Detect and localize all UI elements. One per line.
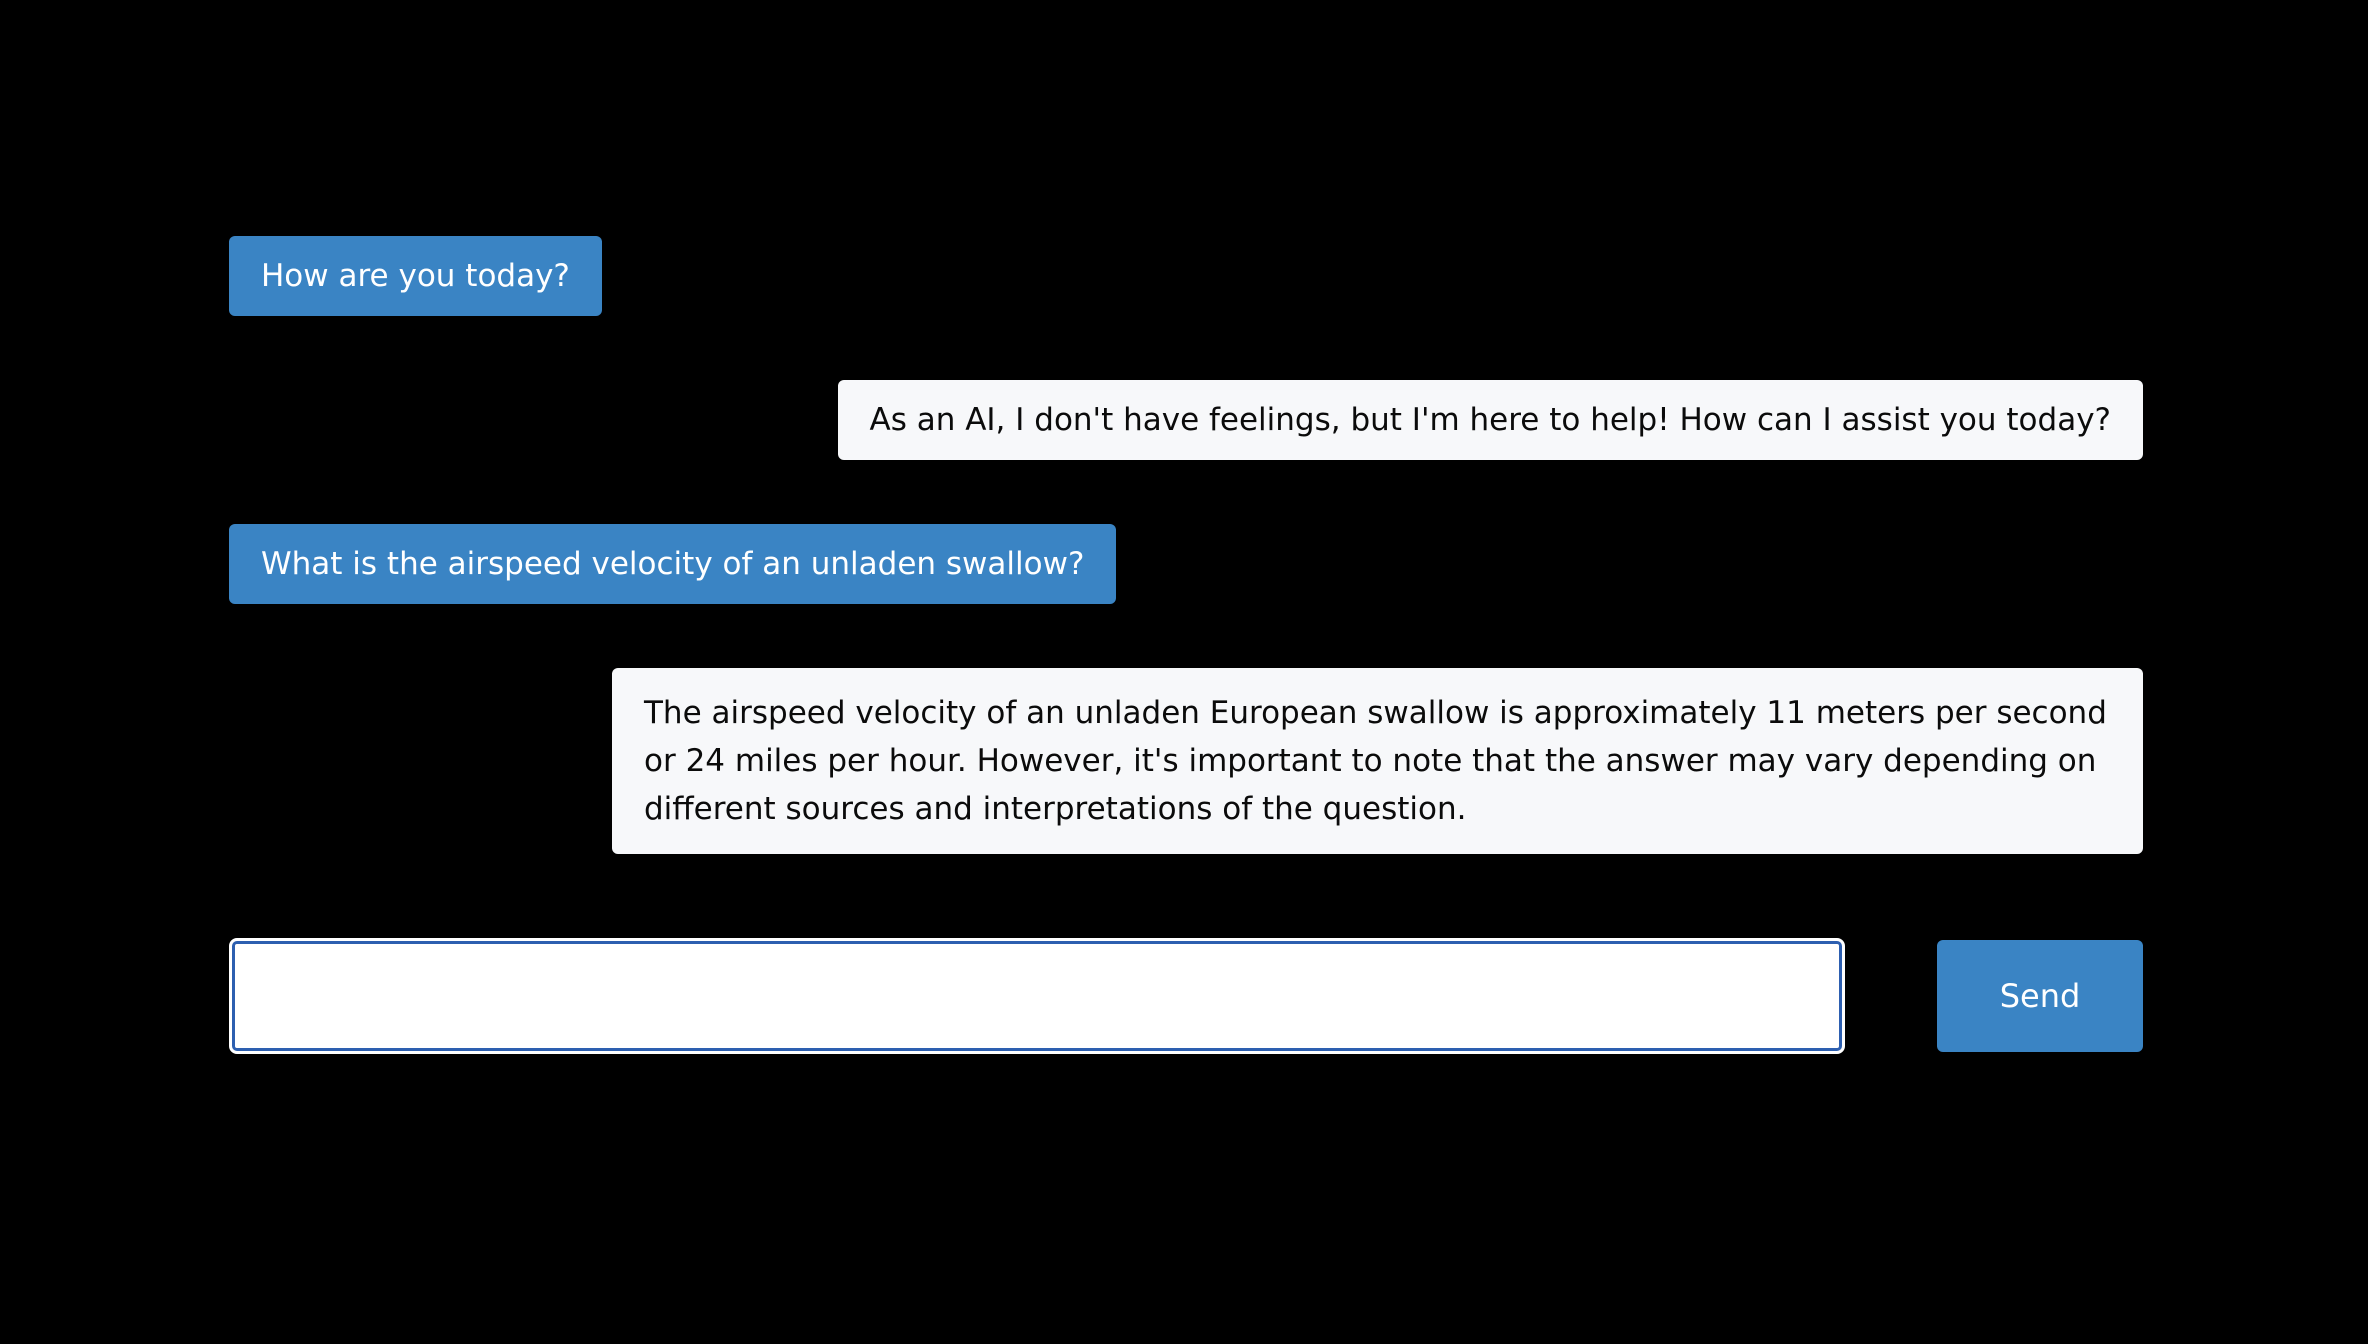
message-text: What is the airspeed velocity of an unla… bbox=[261, 546, 1085, 582]
user-message: What is the airspeed velocity of an unla… bbox=[229, 524, 1117, 604]
chat-transcript: How are you today? As an AI, I don't hav… bbox=[229, 0, 2143, 1344]
user-message: How are you today? bbox=[229, 236, 602, 316]
send-button[interactable]: Send bbox=[1937, 940, 2143, 1052]
assistant-message: The airspeed velocity of an unladen Euro… bbox=[612, 668, 2143, 854]
message-input[interactable] bbox=[229, 938, 1845, 1054]
assistant-message: As an AI, I don't have feelings, but I'm… bbox=[837, 380, 2143, 460]
message-composer: Send bbox=[229, 938, 2143, 1054]
message-text: The airspeed velocity of an unladen Euro… bbox=[644, 695, 2107, 827]
message-text: As an AI, I don't have feelings, but I'm… bbox=[869, 402, 2112, 438]
message-text: How are you today? bbox=[261, 258, 570, 294]
